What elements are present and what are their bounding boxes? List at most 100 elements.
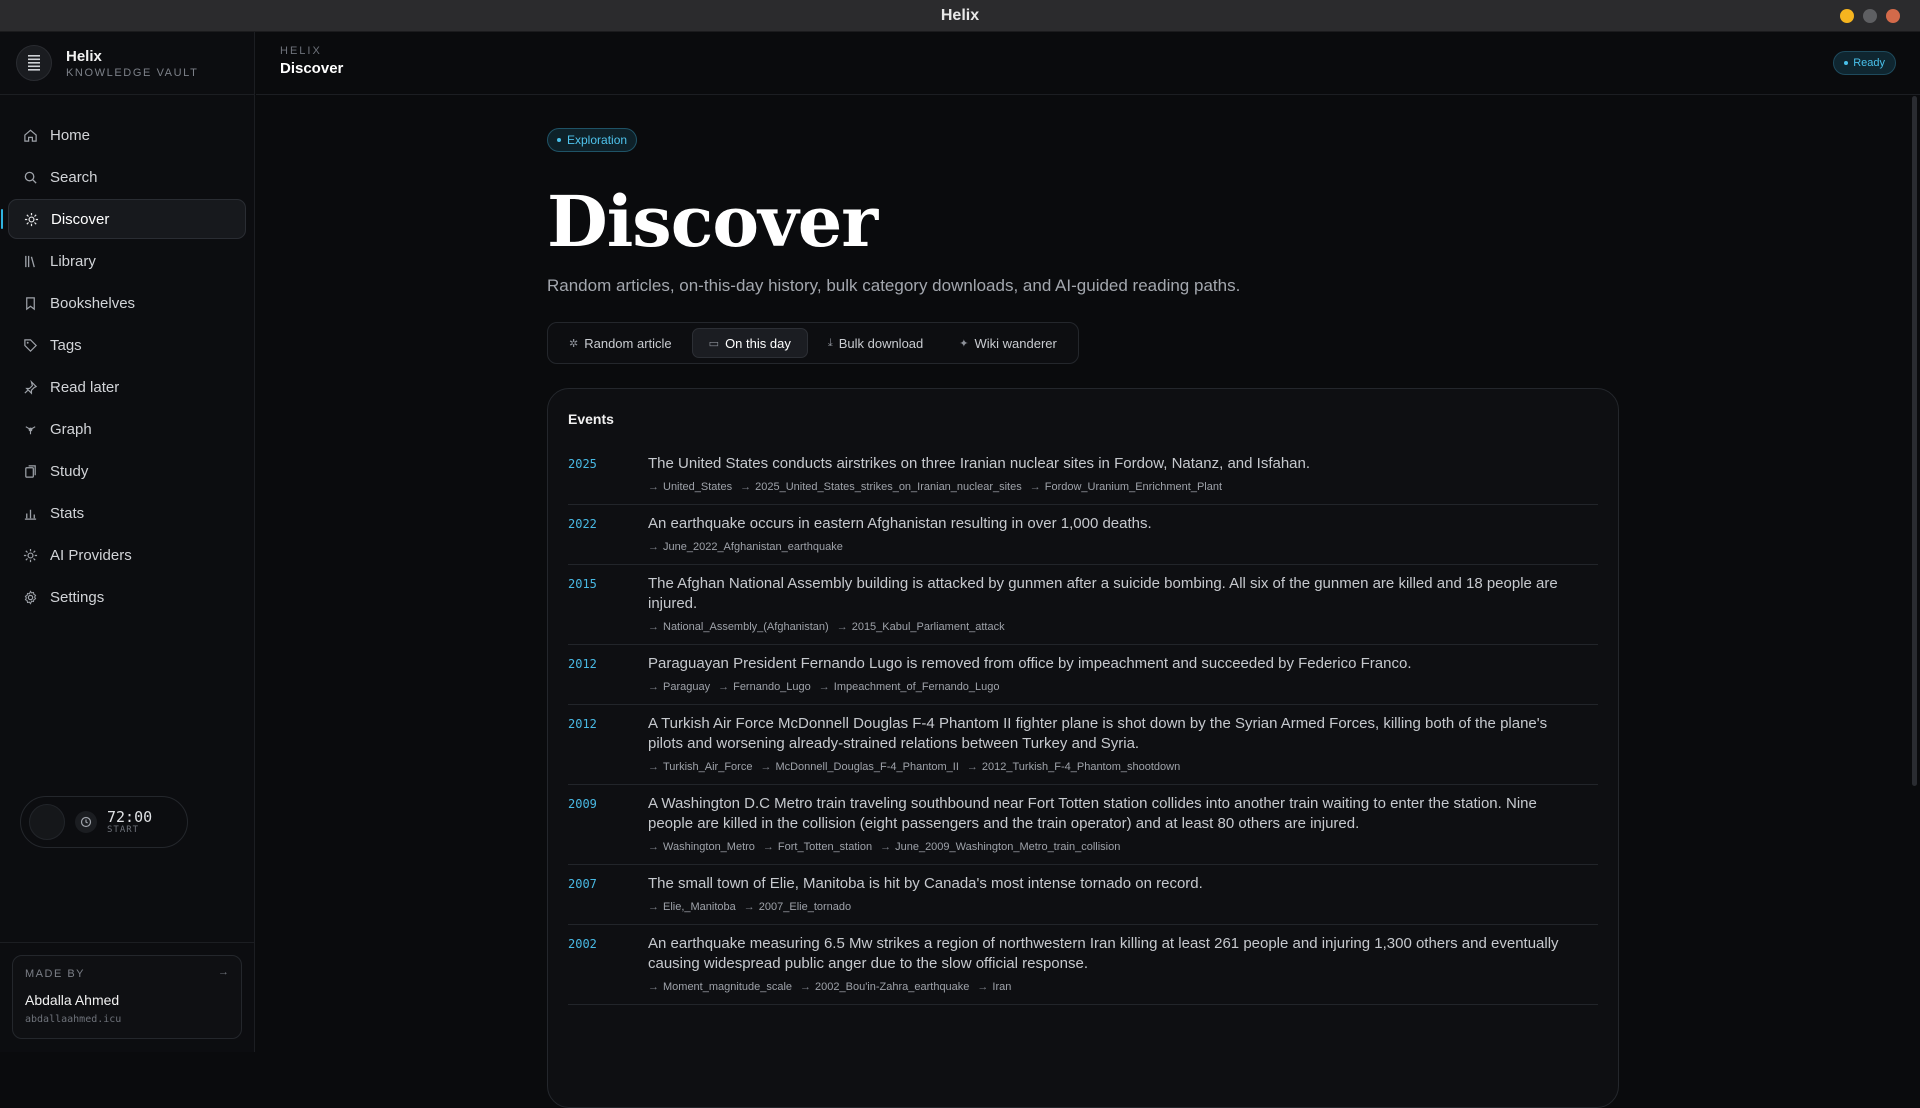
article-link[interactable]: → Moment_magnitude_scale bbox=[648, 981, 792, 993]
maximize-button[interactable] bbox=[1863, 9, 1877, 23]
article-link-label: 2007_Elie_tornado bbox=[758, 901, 852, 913]
sidebar-item-label: Search bbox=[50, 168, 98, 186]
arrow-right-icon: → bbox=[648, 681, 659, 693]
event-year[interactable]: 2022 bbox=[568, 514, 648, 553]
article-link-label: Paraguay bbox=[663, 681, 711, 693]
event-row: 2002 An earthquake measuring 6.5 Mw strik… bbox=[568, 925, 1598, 1005]
event-body: An earthquake measuring 6.5 Mw strikes a… bbox=[648, 934, 1598, 993]
article-link[interactable]: → 2002_Bou'in-Zahra_earthquake bbox=[800, 981, 969, 993]
tab-wiki-wanderer[interactable]: ✦ Wiki wanderer bbox=[943, 328, 1073, 358]
article-link[interactable]: → Washington_Metro bbox=[648, 841, 755, 853]
article-link[interactable]: → June_2022_Afghanistan_earthquake bbox=[648, 541, 843, 553]
sidebar-item-graph[interactable]: Graph bbox=[8, 409, 246, 449]
article-link-label: National_Assembly_(Afghanistan) bbox=[663, 621, 829, 633]
event-text: An earthquake occurs in eastern Afghanis… bbox=[648, 515, 1152, 532]
arrow-right-icon: → bbox=[800, 981, 812, 993]
event-year[interactable]: 2015 bbox=[568, 574, 648, 633]
event-text: The small town of Elie, Manitoba is hit … bbox=[648, 875, 1203, 892]
timer-start-label[interactable]: START bbox=[107, 825, 152, 835]
sidebar-item-label: Tags bbox=[50, 336, 82, 354]
event-body: The Afghan National Assembly building is… bbox=[648, 574, 1598, 633]
article-link[interactable]: → 2007_Elie_tornado bbox=[744, 901, 851, 913]
sidebar-item-stats[interactable]: Stats bbox=[8, 493, 246, 533]
sidebar-item-bookshelves[interactable]: Bookshelves bbox=[8, 283, 246, 323]
minimize-button[interactable] bbox=[1840, 9, 1854, 23]
madeby-card[interactable]: MADE BY → Abdalla Ahmed abdallaahmed.icu bbox=[12, 955, 242, 1039]
gear-icon bbox=[22, 589, 38, 605]
article-link-label: Fort_Totten_station bbox=[777, 841, 873, 853]
window-controls bbox=[1840, 9, 1900, 23]
event-year[interactable]: 2012 bbox=[568, 654, 648, 693]
bar-chart-icon bbox=[22, 505, 38, 521]
breadcrumb: HELIX bbox=[280, 45, 322, 57]
article-link[interactable]: → Fernando_Lugo bbox=[718, 681, 811, 693]
pill-label: Exploration bbox=[567, 133, 628, 147]
sidebar-item-study[interactable]: Study bbox=[8, 451, 246, 491]
focus-timer[interactable]: 72:00 START bbox=[20, 796, 188, 848]
sidebar-item-settings[interactable]: Settings bbox=[8, 577, 246, 617]
arrow-right-icon: → bbox=[218, 966, 229, 978]
article-link[interactable]: → Impeachment_of_Fernando_Lugo bbox=[819, 681, 1000, 693]
article-link[interactable]: → Turkish_Air_Force bbox=[648, 761, 752, 773]
article-link[interactable]: → Fordow_Uranium_Enrichment_Plant bbox=[1030, 481, 1222, 493]
tab-on-this-day[interactable]: ▭ On this day bbox=[691, 328, 808, 358]
sidebar-item-discover[interactable]: Discover bbox=[1, 199, 246, 239]
sidebar-nav: Home Search Discover Library Bookshelves Tags… bbox=[0, 95, 254, 617]
event-year[interactable]: 2007 bbox=[568, 874, 648, 913]
sidebar-item-home[interactable]: Home bbox=[8, 115, 246, 155]
event-year[interactable]: 2002 bbox=[568, 934, 648, 993]
madeby-label: MADE BY bbox=[25, 968, 86, 980]
event-links: → Paraguay → Fernando_Lugo → Impeachment_of_F… bbox=[648, 681, 1568, 693]
article-link[interactable]: → National_Assembly_(Afghanistan) bbox=[648, 621, 829, 633]
article-link[interactable]: → Fort_Totten_station bbox=[763, 841, 872, 853]
status-label: Ready bbox=[1853, 57, 1885, 69]
article-link-label: 2012_Turkish_F-4_Phantom_shootdown bbox=[981, 761, 1181, 773]
article-link[interactable]: → Elie,_Manitoba bbox=[648, 901, 736, 913]
article-link[interactable]: → Iran bbox=[977, 981, 1011, 993]
scrollbar[interactable] bbox=[1912, 96, 1917, 786]
article-link[interactable]: → 2015_Kabul_Parliament_attack bbox=[837, 621, 1005, 633]
sidebar-item-search[interactable]: Search bbox=[8, 157, 246, 197]
arrow-right-icon: → bbox=[818, 681, 830, 693]
tab-bulk-download[interactable]: ⤓ Bulk download bbox=[812, 328, 939, 358]
article-link-label: 2015_Kabul_Parliament_attack bbox=[851, 621, 1005, 633]
article-link-label: Moment_magnitude_scale bbox=[663, 981, 793, 993]
topbar-title: Discover bbox=[280, 60, 344, 77]
pill-dot-icon bbox=[557, 138, 561, 142]
sidebar-item-library[interactable]: Library bbox=[8, 241, 246, 281]
article-link[interactable]: → June_2009_Washington_Metro_train_collis… bbox=[880, 841, 1120, 853]
event-year[interactable]: 2009 bbox=[568, 794, 648, 853]
article-link[interactable]: → Paraguay bbox=[648, 681, 710, 693]
sidebar-item-label: Library bbox=[50, 252, 96, 270]
arrow-right-icon: → bbox=[966, 761, 978, 773]
event-links: → National_Assembly_(Afghanistan) → 2015_Ka… bbox=[648, 621, 1568, 633]
article-link-label: McDonnell_Douglas_F-4_Phantom_II bbox=[775, 761, 959, 773]
tab-random-article[interactable]: ✲ Random article bbox=[553, 328, 688, 358]
article-link-label: Iran bbox=[992, 981, 1012, 993]
sidebar-item-tags[interactable]: Tags bbox=[8, 325, 246, 365]
tab-icon: ⤓ bbox=[827, 336, 833, 349]
search-icon bbox=[22, 169, 38, 185]
cards-icon bbox=[22, 463, 38, 479]
pin-icon bbox=[22, 379, 38, 395]
madeby-section: MADE BY → Abdalla Ahmed abdallaahmed.icu bbox=[0, 942, 255, 1051]
author-site[interactable]: abdallaahmed.icu bbox=[25, 1014, 229, 1025]
event-year[interactable]: 2012 bbox=[568, 714, 648, 773]
close-button[interactable] bbox=[1886, 9, 1900, 23]
arrow-right-icon: → bbox=[740, 481, 752, 493]
sidebar-item-ai-providers[interactable]: AI Providers bbox=[8, 535, 246, 575]
sidebar: Helix KNOWLEDGE VAULT Home Search Discover… bbox=[0, 32, 255, 1052]
article-link[interactable]: → 2025_United_States_strikes_on_Iranian_n… bbox=[740, 481, 1022, 493]
event-year[interactable]: 2025 bbox=[568, 454, 648, 493]
arrow-right-icon: → bbox=[648, 481, 659, 493]
library-icon bbox=[22, 253, 38, 269]
article-link[interactable]: → McDonnell_Douglas_F-4_Phantom_II bbox=[760, 761, 958, 773]
discover-tabs: ✲ Random article ▭ On this day ⤓ Bulk downloa… bbox=[547, 322, 1079, 364]
brand-subtitle: KNOWLEDGE VAULT bbox=[66, 66, 199, 79]
article-link[interactable]: → United_States bbox=[648, 481, 732, 493]
sidebar-item-label: Home bbox=[50, 126, 91, 144]
event-body: A Washington D.C Metro train traveling s… bbox=[648, 794, 1598, 853]
sidebar-item-read-later[interactable]: Read later bbox=[8, 367, 246, 407]
window-titlebar: Helix bbox=[0, 0, 1920, 32]
article-link[interactable]: → 2012_Turkish_F-4_Phantom_shootdown bbox=[967, 761, 1180, 773]
